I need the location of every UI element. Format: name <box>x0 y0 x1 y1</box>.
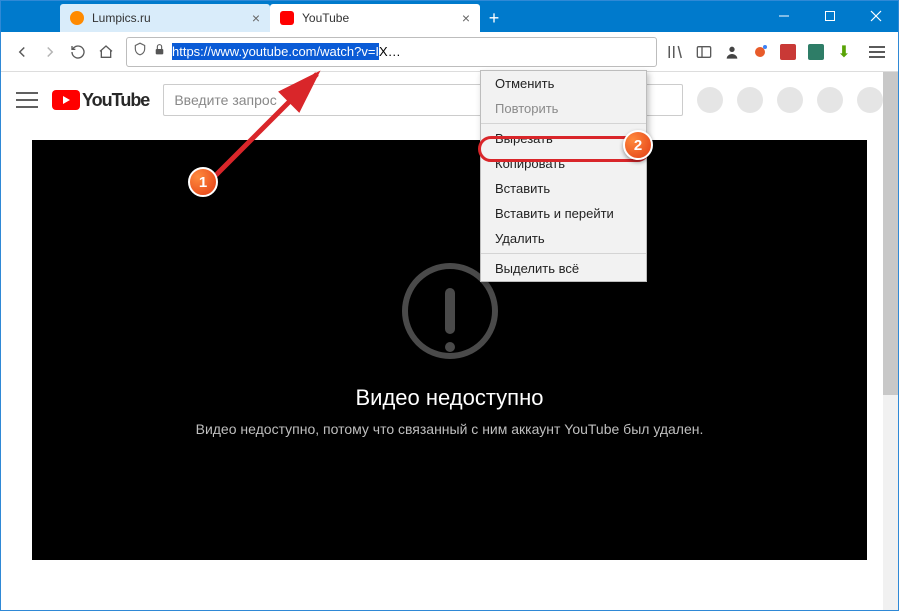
close-icon[interactable]: × <box>252 11 260 25</box>
ctx-copy[interactable]: Копировать <box>481 151 646 176</box>
reload-button[interactable] <box>64 38 92 66</box>
placeholder-icon <box>777 87 803 113</box>
ctx-paste[interactable]: Вставить <box>481 176 646 201</box>
library-icon[interactable] <box>667 43 685 61</box>
youtube-wordmark: YouTube <box>82 90 149 111</box>
download-icon[interactable]: ⬇ <box>835 43 853 61</box>
window-titlebar: Lumpics.ru × YouTube × + <box>0 0 899 32</box>
sidebar-icon[interactable] <box>695 43 713 61</box>
step-badge-1: 1 <box>188 167 218 197</box>
hamburger-menu-button[interactable] <box>863 38 891 66</box>
new-tab-button[interactable]: + <box>480 4 508 32</box>
youtube-play-icon <box>52 90 80 110</box>
maximize-button[interactable] <box>807 0 853 32</box>
url-text[interactable]: https://www.youtube.com/watch?v=IX… <box>172 44 650 59</box>
ctx-redo: Повторить <box>481 96 646 121</box>
ctx-separator <box>481 123 646 124</box>
tab-label: Lumpics.ru <box>92 11 244 25</box>
ctx-select-all[interactable]: Выделить всё <box>481 256 646 281</box>
profile-icon[interactable] <box>723 43 741 61</box>
ext-red-icon[interactable] <box>779 43 797 61</box>
toolbar-right: ⬇ <box>663 38 891 66</box>
close-icon[interactable]: × <box>462 11 470 25</box>
favicon-lumpics <box>70 11 84 25</box>
favicon-youtube <box>280 11 294 25</box>
url-selected: https://www.youtube.com/watch?v=I <box>172 43 379 60</box>
step-badge-2: 2 <box>623 130 653 160</box>
address-bar[interactable]: https://www.youtube.com/watch?v=IX… <box>126 37 657 67</box>
ctx-undo[interactable]: Отменить <box>481 71 646 96</box>
ctx-separator <box>481 253 646 254</box>
ext-teal-icon[interactable] <box>807 43 825 61</box>
window-controls <box>761 0 899 32</box>
header-placeholder-icons <box>697 87 883 113</box>
ctx-paste-go[interactable]: Вставить и перейти <box>481 201 646 226</box>
search-placeholder: Введите запрос <box>174 92 276 108</box>
shield-icon <box>133 42 147 61</box>
ctx-delete[interactable]: Удалить <box>481 226 646 251</box>
tab-lumpics[interactable]: Lumpics.ru × <box>60 4 270 32</box>
youtube-menu-button[interactable] <box>16 92 38 108</box>
tab-youtube[interactable]: YouTube × <box>270 4 480 32</box>
context-menu: Отменить Повторить Вырезать Копировать В… <box>480 70 647 282</box>
forward-button[interactable] <box>36 38 64 66</box>
ctx-cut[interactable]: Вырезать <box>481 126 646 151</box>
minimize-button[interactable] <box>761 0 807 32</box>
video-unavailable-desc: Видео недоступно, потому что связанный с… <box>196 421 704 437</box>
tabs-strip: Lumpics.ru × YouTube × + <box>0 0 761 32</box>
placeholder-icon <box>857 87 883 113</box>
video-unavailable-title: Видео недоступно <box>356 385 544 411</box>
home-button[interactable] <box>92 38 120 66</box>
back-button[interactable] <box>8 38 36 66</box>
placeholder-icon <box>737 87 763 113</box>
browser-navbar: https://www.youtube.com/watch?v=IX… ⬇ <box>0 32 899 72</box>
placeholder-icon <box>697 87 723 113</box>
ext-orange-icon[interactable] <box>751 43 769 61</box>
tab-label: YouTube <box>302 11 454 25</box>
video-player-area: Видео недоступно Видео недоступно, потом… <box>32 140 867 560</box>
youtube-header: YouTube Введите запрос <box>0 72 899 128</box>
lock-icon <box>153 43 166 61</box>
close-window-button[interactable] <box>853 0 899 32</box>
page-scrollbar[interactable] <box>883 72 899 611</box>
youtube-logo[interactable]: YouTube <box>52 90 149 111</box>
placeholder-icon <box>817 87 843 113</box>
